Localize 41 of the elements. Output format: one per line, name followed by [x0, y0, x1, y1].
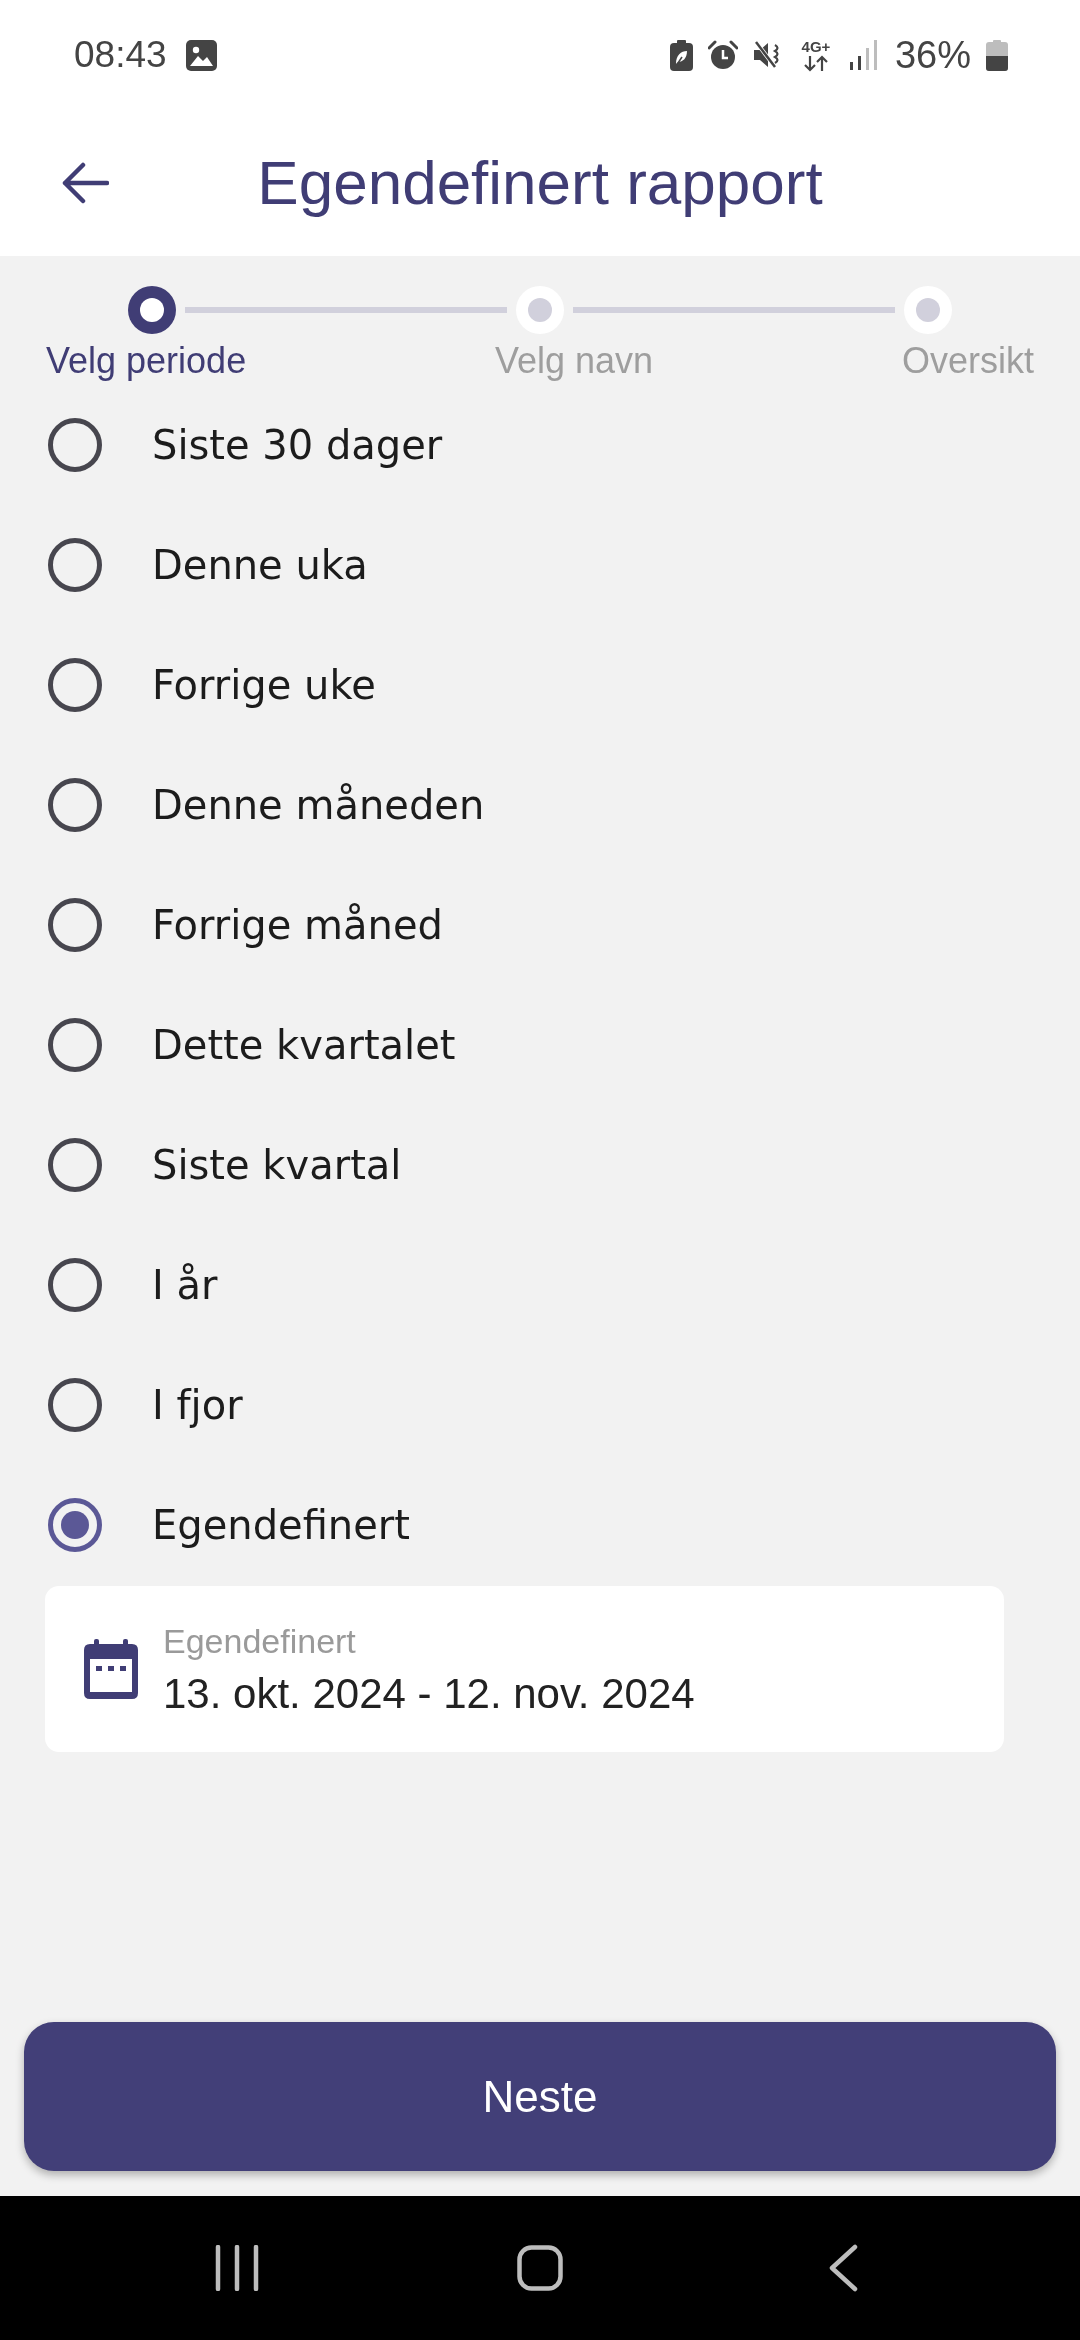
radio-button[interactable]: [48, 1258, 102, 1312]
option-label: Forrige måned: [152, 901, 443, 950]
data-arrows-icon: [802, 54, 829, 72]
status-time: 08:43: [74, 33, 167, 77]
radio-button[interactable]: [48, 1378, 102, 1432]
radio-button[interactable]: [48, 538, 102, 592]
radio-button[interactable]: [48, 658, 102, 712]
date-range-field[interactable]: Egendefinert 13. okt. 2024 - 12. nov. 2024: [45, 1586, 1004, 1752]
calendar-icon: [84, 1639, 138, 1699]
option-label: I år: [152, 1261, 218, 1310]
radio-button[interactable]: [48, 1138, 102, 1192]
radio-button[interactable]: [48, 1018, 102, 1072]
option-label: Egendefinert: [152, 1501, 410, 1550]
radio-button[interactable]: [48, 898, 102, 952]
field-value: 13. okt. 2024 - 12. nov. 2024: [163, 1669, 695, 1718]
battery-percent: 36%: [894, 33, 971, 77]
image-icon: [185, 39, 217, 71]
option-label: Siste kvartal: [152, 1141, 402, 1190]
recent-apps-icon[interactable]: [215, 2245, 259, 2291]
battery-leaf-icon: [669, 39, 693, 71]
step-label: Velg navn: [495, 340, 654, 382]
option-label: I fjor: [152, 1381, 243, 1430]
signal-icon: [848, 40, 878, 70]
alarm-clock-icon: [707, 40, 738, 70]
field-label: Egendefinert: [163, 1620, 357, 1661]
option-label: Forrige uke: [152, 661, 376, 710]
back-icon[interactable]: [828, 2244, 858, 2292]
step-label: Oversikt: [901, 340, 1034, 382]
option-label: Dette kvartalet: [152, 1021, 456, 1070]
next-button[interactable]: Neste: [24, 2022, 1056, 2171]
network-type: 4G+: [801, 38, 831, 55]
home-icon[interactable]: [517, 2245, 563, 2291]
option-label: Denne måneden: [152, 781, 485, 830]
step-label: Velg periode: [46, 340, 247, 382]
radio-button[interactable]: [48, 1498, 102, 1552]
page-title: Egendefinert rapport: [257, 147, 823, 219]
option-label: Siste 30 dager: [152, 421, 443, 470]
radio-button[interactable]: [48, 778, 102, 832]
battery-icon: [986, 39, 1008, 71]
radio-button[interactable]: [48, 418, 102, 472]
option-label: Denne uka: [152, 541, 368, 590]
